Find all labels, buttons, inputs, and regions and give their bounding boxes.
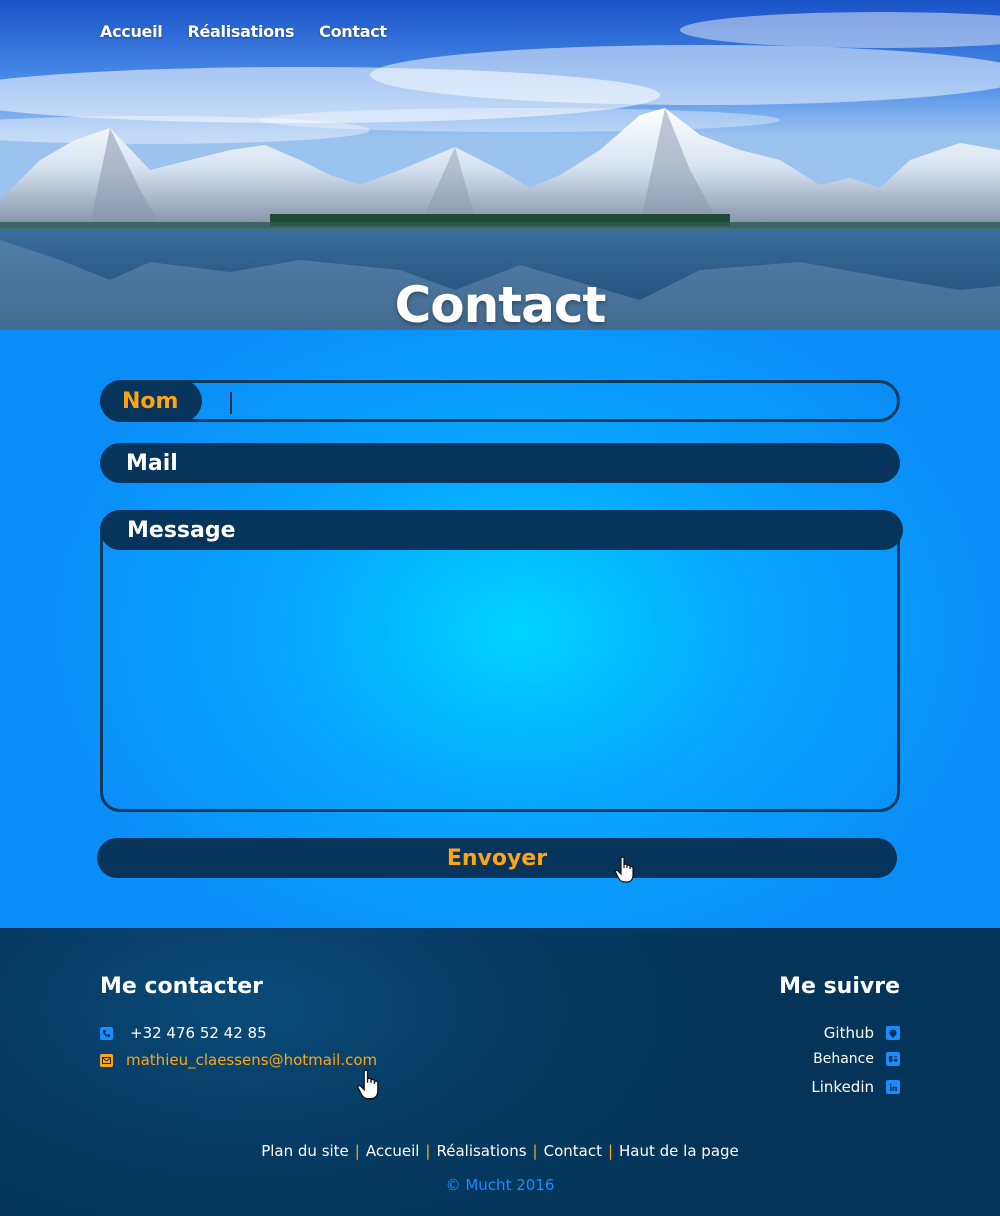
message-label: Message [127, 517, 236, 543]
contact-form-section: Nom Mail Message Envoyer [0, 330, 1000, 928]
main-nav: Accueil Réalisations Contact [100, 22, 387, 41]
follow-heading: Me suivre [779, 974, 900, 999]
link-separator: | [425, 1142, 431, 1160]
footer-link-haut-de-la-page[interactable]: Haut de la page [619, 1142, 739, 1160]
footer-link-accueil[interactable]: Accueil [366, 1142, 420, 1160]
hero-banner: Accueil Réalisations Contact Contact [0, 0, 1000, 330]
contact-heading: Me contacter [100, 974, 263, 999]
link-separator: | [532, 1142, 538, 1160]
mail-field[interactable]: Mail [100, 443, 900, 483]
github-icon [886, 1026, 900, 1040]
message-textarea[interactable]: Message [100, 510, 903, 812]
text-caret [230, 392, 232, 414]
nav-item-realisations[interactable]: Réalisations [187, 22, 294, 41]
footer-links: Plan du site | Accueil | Réalisations | Contac… [0, 1142, 1000, 1160]
message-label-bar: Message [100, 510, 903, 550]
email-line: mathieu_claessens@hotmail.com [100, 1051, 377, 1069]
phone-icon [100, 1026, 113, 1040]
footer-link-realisations[interactable]: Réalisations [436, 1142, 526, 1160]
footer: Me contacter +32 476 52 42 85 mathieu_cl… [0, 928, 1000, 1216]
nom-label: Nom [122, 388, 179, 414]
behance-label: Behance [813, 1051, 874, 1067]
linkedin-label: Linkedin [811, 1078, 874, 1096]
hand-cursor-icon [357, 1069, 379, 1100]
phone-number: +32 476 52 42 85 [130, 1024, 267, 1042]
behance-link[interactable]: Behance [813, 1051, 900, 1067]
page-title: Contact [394, 275, 607, 331]
link-separator: | [607, 1142, 614, 1160]
github-label: Github [823, 1024, 874, 1042]
email-link[interactable]: mathieu_claessens@hotmail.com [126, 1051, 377, 1069]
nom-field[interactable]: Nom [100, 380, 900, 422]
mail-label: Mail [126, 450, 178, 476]
linkedin-icon [886, 1080, 900, 1094]
behance-icon [886, 1052, 900, 1066]
send-button[interactable]: Envoyer [97, 838, 897, 878]
footer-link-plan-du-site[interactable]: Plan du site [261, 1142, 349, 1160]
footer-link-contact[interactable]: Contact [544, 1142, 602, 1160]
copyright: © Mucht 2016 [445, 1176, 555, 1194]
link-separator: | [354, 1142, 360, 1160]
phone-line: +32 476 52 42 85 [100, 1024, 267, 1042]
nav-item-contact[interactable]: Contact [319, 22, 387, 41]
nav-item-accueil[interactable]: Accueil [100, 22, 163, 41]
envelope-icon [100, 1053, 113, 1067]
github-link[interactable]: Github [824, 1024, 900, 1042]
nom-label-pill: Nom [100, 380, 202, 422]
linkedin-link[interactable]: Linkedin [811, 1078, 900, 1096]
hand-cursor-icon [614, 856, 634, 883]
